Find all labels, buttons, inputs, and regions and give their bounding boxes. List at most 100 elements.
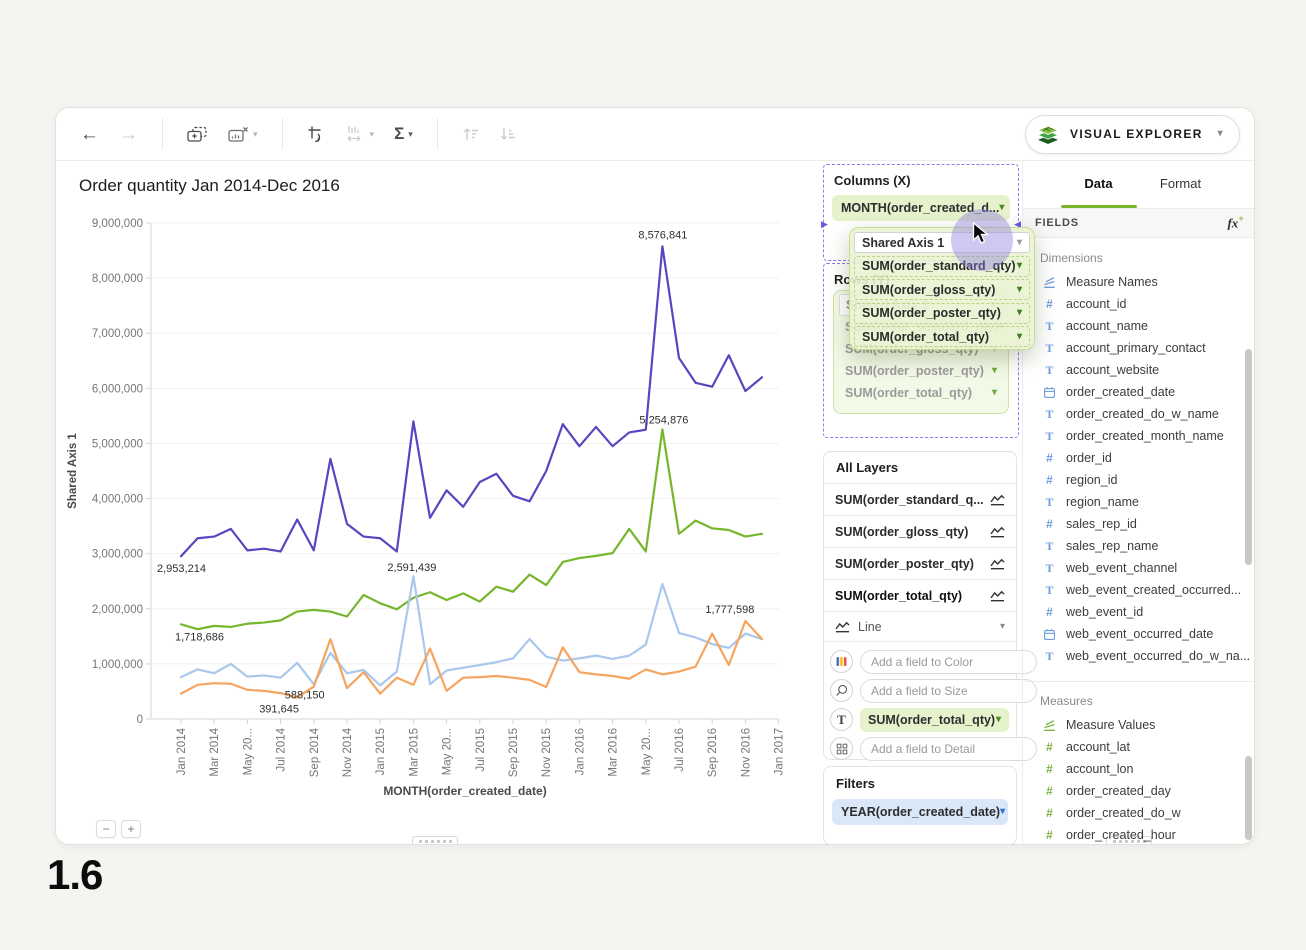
swap-axes-icon[interactable] [307, 125, 326, 144]
number-type-icon: # [1042, 297, 1057, 311]
svg-text:0: 0 [137, 714, 143, 726]
number-type-icon: # [1042, 762, 1057, 776]
field-item[interactable]: #order_created_hour [1023, 824, 1255, 845]
drag-panel-items: SUM(order_standard_qty)▾SUM(order_gloss_… [854, 256, 1030, 348]
field-item[interactable]: Taccount_primary_contact [1023, 337, 1255, 359]
mark-type-dropdown[interactable]: Line ▾ [824, 612, 1016, 642]
zoom-out-button[interactable]: − [96, 820, 116, 838]
svg-text:Sep 2016: Sep 2016 [707, 728, 719, 777]
line-chart-icon [835, 621, 850, 633]
field-item[interactable]: Taccount_name [1023, 315, 1255, 337]
layer-row[interactable]: SUM(order_gloss_qty) [824, 516, 1016, 548]
add-card-icon[interactable] [187, 126, 208, 143]
svg-text:2,000,000: 2,000,000 [92, 604, 143, 616]
chart-canvas[interactable]: 01,000,0002,000,0003,000,0004,000,0005,0… [56, 203, 821, 828]
svg-text:1,718,686: 1,718,686 [175, 631, 224, 643]
tab-data[interactable]: Data [1058, 161, 1140, 208]
field-item[interactable]: Torder_created_month_name [1023, 425, 1255, 447]
dimensions-scrollbar[interactable] [1245, 349, 1252, 565]
number-type-icon: # [1042, 517, 1057, 531]
drag-panel-pill[interactable]: SUM(order_total_qty)▾ [854, 326, 1030, 347]
filters-panel: Filters YEAR(order_created_date) ▾ [823, 766, 1017, 845]
measures-scrollbar[interactable] [1245, 756, 1252, 840]
layer-row[interactable]: SUM(order_standard_q... [824, 484, 1016, 516]
field-item[interactable]: Taccount_website [1023, 359, 1255, 381]
size-field-input[interactable] [860, 679, 1037, 703]
date-type-icon [1042, 386, 1057, 399]
resize-visualization-icon[interactable]: ▾ [346, 125, 375, 143]
field-item[interactable]: #account_id [1023, 293, 1255, 315]
svg-text:Jan 2015: Jan 2015 [375, 728, 387, 775]
field-item[interactable]: #sales_rep_id [1023, 513, 1255, 535]
sort-ascending-icon[interactable] [462, 126, 479, 142]
field-item[interactable]: #order_created_do_w [1023, 802, 1255, 824]
drag-panel-pill[interactable]: SUM(order_poster_qty)▾ [854, 303, 1030, 324]
chevron-down-icon: ▾ [1017, 238, 1022, 248]
text-well-pill[interactable]: SUM(order_total_qty) ▾ [860, 708, 1009, 732]
field-item[interactable]: #account_lon [1023, 758, 1255, 780]
svg-text:Jan 2017: Jan 2017 [774, 728, 786, 775]
aggregate-sigma-icon[interactable]: Σ ▾ [394, 124, 413, 144]
svg-text:7,000,000: 7,000,000 [92, 328, 143, 340]
number-type-icon: # [1042, 473, 1057, 487]
text-type-icon: T [1042, 649, 1057, 664]
sort-descending-icon[interactable] [499, 126, 516, 142]
text-type-icon: T [1042, 583, 1057, 598]
mouse-cursor-icon [972, 222, 989, 250]
svg-text:1,000,000: 1,000,000 [92, 659, 143, 671]
chevron-down-icon: ▾ [370, 129, 375, 140]
svg-text:8,576,841: 8,576,841 [638, 229, 687, 241]
undo-arrow-icon[interactable]: ← [80, 125, 99, 144]
layers-panel: All Layers SUM(order_standard_q...SUM(or… [823, 451, 1017, 760]
chevron-down-icon: ▾ [1017, 308, 1022, 318]
zoom-in-button[interactable]: + [121, 820, 141, 838]
layer-row[interactable]: SUM(order_poster_qty) [824, 548, 1016, 580]
field-item[interactable]: #web_event_id [1023, 601, 1255, 623]
field-item[interactable]: Tweb_event_created_occurred... [1023, 579, 1255, 601]
redo-arrow-icon[interactable]: → [119, 125, 138, 144]
svg-text:9,000,000: 9,000,000 [92, 218, 143, 230]
encoding-wells: T SUM(order_total_qty) ▾ [824, 642, 1016, 767]
field-item[interactable]: web_event_occurred_date [1023, 623, 1255, 645]
svg-text:3,000,000: 3,000,000 [92, 549, 143, 561]
svg-text:Mar 2015: Mar 2015 [408, 728, 420, 777]
rows-shelf-pill[interactable]: SUM(order_poster_qty)▾ [839, 360, 1003, 382]
field-item[interactable]: order_created_date [1023, 381, 1255, 403]
field-item[interactable]: Measure Values [1023, 714, 1255, 736]
field-item[interactable]: #order_id [1023, 447, 1255, 469]
field-item[interactable]: #account_lat [1023, 736, 1255, 758]
field-item[interactable]: #order_created_day [1023, 780, 1255, 802]
field-item[interactable]: Torder_created_do_w_name [1023, 403, 1255, 425]
chevron-down-icon: ▾ [253, 129, 258, 140]
chevron-down-icon: ▾ [1017, 332, 1022, 342]
drag-panel-pill[interactable]: SUM(order_gloss_qty)▾ [854, 279, 1030, 300]
color-field-input[interactable] [860, 650, 1037, 674]
field-item[interactable]: Tweb_event_channel [1023, 557, 1255, 579]
rows-shelf-pill[interactable]: SUM(order_total_qty)▾ [839, 382, 1003, 404]
svg-text:Nov 2016: Nov 2016 [740, 728, 752, 777]
svg-text:Shared Axis 1: Shared Axis 1 [67, 433, 79, 509]
svg-text:1,777,598: 1,777,598 [705, 604, 754, 616]
svg-text:MONTH(order_created_date): MONTH(order_created_date) [383, 784, 546, 798]
chevron-down-icon: ▾ [1000, 622, 1005, 632]
drop-indicator-icon: ▶ [821, 219, 828, 230]
dimensions-label: Dimensions [1040, 251, 1255, 265]
remove-visualization-icon[interactable]: ▾ [228, 126, 258, 143]
tab-format[interactable]: Format [1140, 161, 1222, 208]
field-item[interactable]: Tweb_event_occurred_do_w_na... [1023, 645, 1255, 667]
text-type-icon: T [1042, 561, 1057, 576]
field-item[interactable]: Measure Names [1023, 271, 1255, 293]
svg-text:Jul 2014: Jul 2014 [276, 727, 288, 771]
field-item[interactable]: #region_id [1023, 469, 1255, 491]
pane-drag-handle[interactable] [412, 836, 458, 845]
color-well-icon [830, 650, 853, 673]
filter-pill[interactable]: YEAR(order_created_date) ▾ [832, 799, 1008, 825]
add-calculated-field-icon[interactable]: fx+ [1227, 214, 1244, 231]
field-item[interactable]: Tsales_rep_name [1023, 535, 1255, 557]
layers-panel-title: All Layers [824, 452, 1016, 484]
layer-row[interactable]: SUM(order_total_qty) [824, 580, 1016, 612]
fields-sidebar: Data Format FIELDS fx+ Dimensions Measur… [1022, 161, 1255, 845]
visual-explorer-button[interactable]: VISUAL EXPLORER ▾ [1025, 115, 1240, 154]
detail-field-input[interactable] [860, 737, 1037, 761]
field-item[interactable]: Tregion_name [1023, 491, 1255, 513]
